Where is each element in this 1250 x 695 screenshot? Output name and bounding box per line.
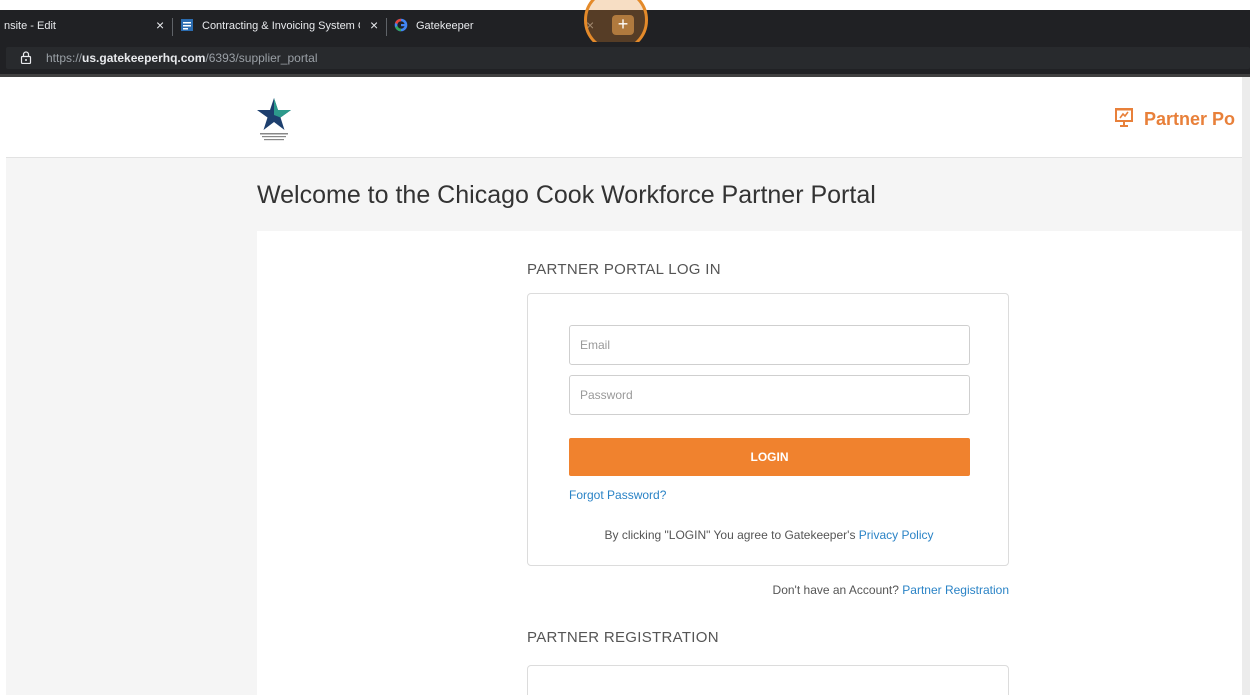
partner-portal-link[interactable]: Partner Po — [1114, 107, 1235, 132]
main-content: PARTNER PORTAL LOG IN LOGIN Forgot Passw… — [257, 231, 1242, 695]
page-scrollbar[interactable] — [1242, 77, 1250, 695]
no-account-label: Don't have an Account? — [772, 583, 899, 597]
partner-portal-label: Partner Po — [1144, 109, 1236, 129]
agreement-text: By clicking "LOGIN" You agree to Gatekee… — [528, 528, 1010, 542]
document-icon — [180, 18, 194, 35]
google-icon — [394, 18, 408, 35]
tab-gatekeeper[interactable]: Gatekeeper — [394, 12, 574, 40]
url-host: us.gatekeeperhq.com — [82, 51, 206, 65]
tab-edit[interactable]: nsite - Edit — [4, 12, 144, 40]
forgot-password-link[interactable]: Forgot Password? — [569, 488, 666, 502]
login-button[interactable]: LOGIN — [569, 438, 970, 476]
close-icon[interactable]: × — [156, 17, 164, 33]
url-field[interactable]: https://us.gatekeeperhq.com/6393/supplie… — [6, 47, 1250, 69]
lock-icon[interactable] — [20, 51, 32, 69]
star-logo-icon[interactable] — [252, 95, 296, 143]
agreement-label: By clicking "LOGIN" You agree to Gatekee… — [604, 528, 856, 542]
tab-label: nsite - Edit — [4, 20, 56, 32]
page-viewport: Partner Po Welcome to the Chicago Cook W… — [6, 77, 1242, 695]
close-icon[interactable]: × — [370, 17, 378, 33]
tab-divider — [386, 18, 387, 36]
partner-registration-link[interactable]: Partner Registration — [902, 583, 1009, 597]
page-title: Welcome to the Chicago Cook Workforce Pa… — [257, 181, 876, 209]
privacy-policy-link[interactable]: Privacy Policy — [859, 528, 934, 542]
account-prompt: Don't have an Account? Partner Registrat… — [527, 583, 1009, 597]
tab-label: Gatekeeper — [416, 20, 474, 32]
site-header: Partner Po — [6, 77, 1242, 158]
url-text: https://us.gatekeeperhq.com/6393/supplie… — [46, 51, 317, 65]
url-scheme: https:// — [46, 51, 83, 65]
password-field[interactable] — [569, 375, 970, 415]
new-tab-button[interactable]: + — [612, 15, 634, 35]
email-field[interactable] — [569, 325, 970, 365]
registration-card — [527, 665, 1009, 695]
tab-contracting[interactable]: Contracting & Invoicing System C — [180, 12, 360, 40]
screen: nsite - Edit × Contracting & Invoicing S… — [0, 0, 1250, 695]
login-title: PARTNER PORTAL LOG IN — [527, 261, 721, 278]
tab-divider — [172, 18, 173, 36]
presentation-icon — [1114, 107, 1144, 132]
tab-label: Contracting & Invoicing System C — [202, 20, 360, 32]
address-bar: https://us.gatekeeperhq.com/6393/supplie… — [0, 42, 1250, 74]
url-path: /6393/supplier_portal — [205, 51, 318, 65]
login-card: LOGIN Forgot Password? By clicking "LOGI… — [527, 293, 1009, 566]
registration-title: PARTNER REGISTRATION — [527, 629, 719, 646]
